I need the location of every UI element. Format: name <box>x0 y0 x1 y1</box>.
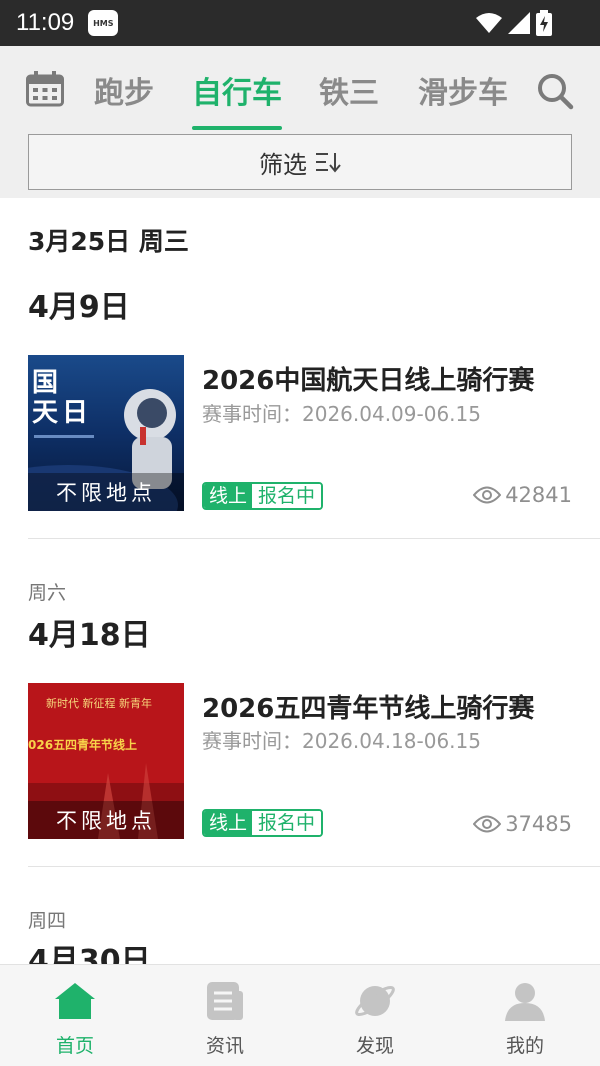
event-thumbnail-caption: 不限地点 <box>28 473 184 511</box>
view-count-value: 37485 <box>505 812 572 836</box>
nav-label: 发现 <box>355 1035 394 1057</box>
event-title[interactable]: 2026五四青年节线上骑行赛 <box>202 688 534 725</box>
sort-icon <box>316 153 341 173</box>
tag-registration-status: 报名中 <box>252 811 322 835</box>
svg-text:026五四青年节线上: 026五四青年节线上 <box>28 737 137 752</box>
svg-text:国: 国 <box>32 368 58 398</box>
top-tab-bar: 跑步 自行车 铁三 滑步车 <box>0 46 600 130</box>
today-date-label: 3月25日 周三 <box>28 227 189 256</box>
tag-online: 线上 <box>204 811 253 835</box>
nav-news[interactable]: 资讯 <box>150 965 300 1066</box>
event-thumbnail[interactable]: 新时代 新征程 新青年 026五四青年节线上 不限地点 <box>28 683 184 839</box>
eye-icon <box>473 486 502 504</box>
view-count: 42841 <box>473 483 572 507</box>
status-icons <box>476 10 552 36</box>
view-count: 37485 <box>473 812 572 836</box>
filter-label: 筛选 <box>259 150 307 179</box>
nav-discover[interactable]: 发现 <box>300 965 450 1066</box>
section-weekday: 周四 <box>28 910 67 932</box>
tab-running[interactable]: 跑步 <box>94 68 154 112</box>
filter-button[interactable]: 筛选 <box>28 134 572 190</box>
tab-triathlon[interactable]: 铁三 <box>319 68 379 112</box>
discover-icon <box>355 985 395 1017</box>
event-thumbnail-caption: 不限地点 <box>28 801 184 839</box>
poster-headline: 新时代 新征程 新青年 <box>46 696 152 710</box>
tab-cycling[interactable]: 自行车 <box>192 68 282 112</box>
search-icon[interactable] <box>536 72 574 110</box>
event-thumbnail[interactable]: 国 天 日 不限地点 <box>28 355 184 511</box>
section-date: 4月9日 <box>28 290 130 325</box>
event-time: 赛事时间：2026.04.09-06.15 <box>202 402 481 426</box>
profile-icon <box>505 983 545 1021</box>
nav-label: 资讯 <box>205 1035 244 1057</box>
svg-text:日: 日 <box>62 398 88 428</box>
eye-icon <box>473 815 502 833</box>
view-count-value: 42841 <box>505 483 572 507</box>
tag-online: 线上 <box>204 484 253 508</box>
hms-badge: HMS <box>88 10 119 36</box>
filter-bar: 筛选 <box>0 130 600 198</box>
event-time: 赛事时间：2026.04.18-06.15 <box>202 729 481 753</box>
nav-label: 首页 <box>55 1035 94 1057</box>
nav-home[interactable]: 首页 <box>0 965 150 1066</box>
event-tags: 线上 报名中 <box>202 809 324 837</box>
signal-icon <box>508 12 530 34</box>
divider <box>28 538 600 539</box>
event-tags: 线上 报名中 <box>202 482 324 510</box>
calendar-icon[interactable] <box>26 71 64 107</box>
status-bar: 11:09 HMS <box>0 0 600 46</box>
divider <box>28 866 600 867</box>
battery-icon <box>536 10 552 36</box>
section-weekday: 周六 <box>28 582 67 604</box>
bottom-navigation: 首页 资讯 发现 我的 <box>0 964 600 1066</box>
wifi-icon <box>476 13 502 33</box>
svg-text:天: 天 <box>32 398 58 428</box>
tag-registration-status: 报名中 <box>252 484 322 508</box>
nav-label: 我的 <box>505 1035 544 1057</box>
section-date: 4月18日 <box>28 618 151 653</box>
nav-profile[interactable]: 我的 <box>450 965 600 1066</box>
news-icon <box>207 982 243 1020</box>
event-title[interactable]: 2026中国航天日线上骑行赛 <box>202 360 534 397</box>
status-time: 11:09 <box>16 9 75 36</box>
home-icon <box>55 983 95 1019</box>
tab-balance-bike[interactable]: 滑步车 <box>418 68 508 112</box>
